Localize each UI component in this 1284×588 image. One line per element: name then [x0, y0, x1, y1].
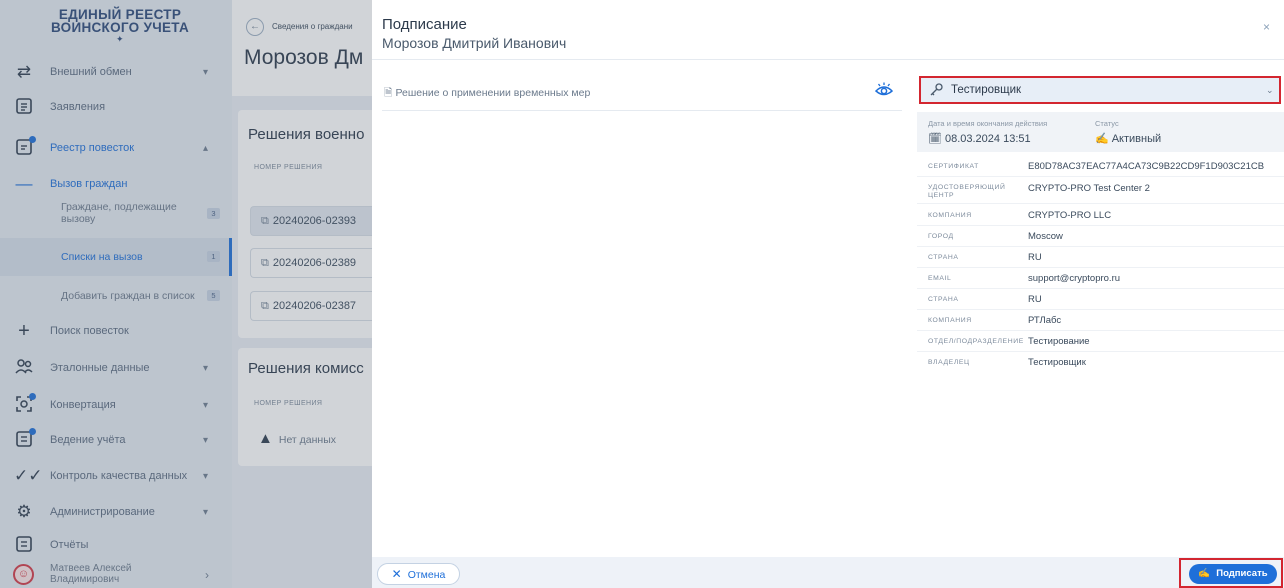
property-value: CRYPTO-PRO Test Center 2	[1028, 183, 1150, 194]
property-row: ВЛАДЕЛЕЦ Тестировщик	[917, 352, 1284, 373]
sign-button[interactable]: ✍ Подписать	[1189, 564, 1277, 584]
property-key: КОМПАНИЯ	[928, 317, 972, 324]
document-link-label: Решение о применении временных мер	[395, 87, 591, 99]
key-icon	[929, 83, 943, 97]
property-key: ГОРОД	[928, 233, 954, 240]
document-link[interactable]: 🗎 Решение о применении временных мер	[384, 85, 590, 103]
divider	[372, 59, 1284, 60]
property-key: EMAIL	[928, 275, 952, 282]
property-row: ОТДЕЛ/ПОДРАЗДЕЛЕНИЕ Тестирование	[917, 331, 1284, 352]
status-label: Статус	[1095, 119, 1119, 128]
certificate-select-value: Тестировщик	[951, 84, 1022, 96]
document-icon: 🗎	[384, 87, 393, 99]
property-value: CRYPTO-PRO LLC	[1028, 210, 1112, 221]
property-key: СТРАНА	[928, 296, 959, 303]
property-key: СЕРТИФИКАТ	[928, 163, 979, 170]
signature-icon: ✍	[1198, 568, 1211, 579]
property-key: УДОСТОВЕРЯЮЩИЙ ЦЕНТР	[928, 184, 1006, 199]
expiry-value-text: 08.03.2024 13:51	[944, 133, 1031, 145]
property-row: СТРАНА RU	[917, 289, 1284, 310]
sign-button-label: Подписать	[1216, 568, 1268, 579]
property-row: СЕРТИФИКАТ E80D78AC37EAC77A4CA73C9B22CD9F…	[917, 156, 1284, 177]
property-value: RU	[1028, 294, 1042, 305]
cancel-button-label: Отмена	[407, 569, 446, 581]
property-row: СТРАНА RU	[917, 247, 1284, 268]
signing-modal: Подписание Морозов Дмитрий Иванович × 🗎 Р…	[372, 0, 1284, 588]
calendar-icon: 🗓	[928, 133, 942, 145]
property-value: РТЛабс	[1028, 315, 1062, 326]
property-key: КОМПАНИЯ	[928, 212, 972, 219]
modal-footer: ✕ Отмена ✍ Подписать	[372, 557, 1284, 588]
cancel-button[interactable]: ✕ Отмена	[377, 563, 460, 585]
property-value: Тестировщик	[1028, 357, 1086, 368]
expiry-value: 🗓 08.03.2024 13:51	[928, 132, 1031, 145]
property-row: ГОРОД Moscow	[917, 226, 1284, 247]
certificate-info: Дата и время окончания действия 🗓 08.03.2…	[917, 112, 1284, 152]
signature-icon: ✍	[1095, 133, 1109, 145]
property-value: support@cryptopro.ru	[1028, 273, 1121, 284]
expiry-label: Дата и время окончания действия	[928, 119, 1048, 128]
property-key: ОТДЕЛ/ПОДРАЗДЕЛЕНИЕ	[928, 338, 1024, 345]
eye-icon[interactable]	[874, 82, 894, 98]
status-value-text: Активный	[1111, 133, 1162, 145]
close-icon: ✕	[391, 567, 402, 581]
divider	[382, 110, 902, 111]
property-value: Moscow	[1028, 231, 1063, 242]
property-row: УДОСТОВЕРЯЮЩИЙ ЦЕНТР CRYPTO-PRO Test Cent…	[917, 178, 1284, 204]
certificate-select[interactable]: Тестировщик ⌄	[919, 76, 1281, 104]
modal-title: Подписание	[382, 16, 467, 33]
close-icon[interactable]: ×	[1263, 20, 1270, 34]
sign-button-highlight: ✍ Подписать	[1179, 558, 1283, 588]
property-row: EMAIL support@cryptopro.ru	[917, 268, 1284, 289]
modal-subtitle: Морозов Дмитрий Иванович	[382, 35, 567, 51]
property-value: Тестирование	[1028, 336, 1090, 347]
status-value: ✍ Активный	[1095, 132, 1161, 145]
property-row: КОМПАНИЯ CRYPTO-PRO LLC	[917, 205, 1284, 226]
modal-overlay[interactable]	[0, 0, 372, 588]
chevron-down-icon: ⌄	[1266, 85, 1274, 95]
property-value: E80D78AC37EAC77A4CA73C9B22CD9F1D903C21CB	[1028, 161, 1265, 172]
property-key: СТРАНА	[928, 254, 959, 261]
property-value: RU	[1028, 252, 1042, 263]
property-key: ВЛАДЕЛЕЦ	[928, 359, 970, 366]
property-row: КОМПАНИЯ РТЛабс	[917, 310, 1284, 331]
